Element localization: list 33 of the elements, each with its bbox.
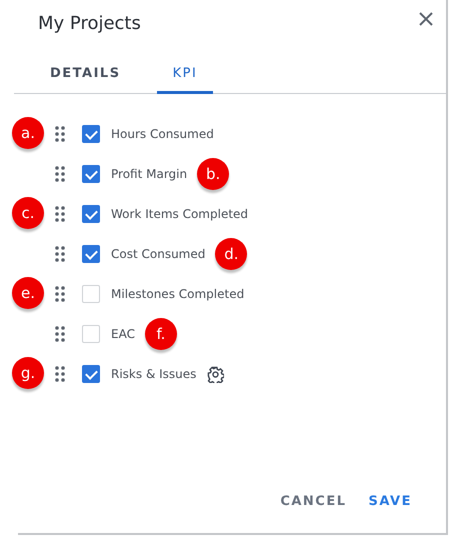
drag-handle-icon[interactable]	[55, 326, 65, 342]
drag-handle-icon[interactable]	[55, 206, 65, 222]
cancel-button[interactable]: CANCEL	[280, 490, 347, 513]
annotation-marker: d.	[215, 238, 248, 270]
tab[interactable]: DETAILS	[34, 60, 137, 94]
checkbox[interactable]	[82, 205, 100, 223]
kpi-label: Work Items Completed	[111, 207, 248, 221]
checkbox[interactable]	[82, 365, 100, 383]
drag-handle-icon[interactable]	[55, 246, 65, 262]
drag-handle-icon[interactable]	[55, 126, 65, 142]
annotation-marker: a.	[12, 117, 44, 149]
annotation-marker: g.	[12, 357, 44, 389]
annotation-marker: c.	[12, 197, 44, 229]
annotation-marker: e.	[12, 277, 44, 309]
kpi-label: Milestones Completed	[111, 287, 244, 301]
close-icon[interactable]	[418, 11, 434, 27]
tab[interactable]: KPI	[156, 60, 214, 94]
annotation-marker: f.	[144, 318, 177, 350]
kpi-label: Profit Margin	[111, 167, 188, 181]
kpi-label: Risks & Issues	[111, 367, 196, 381]
dialog-title: My Projects	[38, 12, 141, 34]
checkbox[interactable]	[82, 125, 100, 143]
annotation-marker: b.	[197, 158, 230, 190]
kpi-label: EAC	[111, 327, 135, 341]
kpi-label: Hours Consumed	[111, 127, 214, 141]
drag-handle-icon[interactable]	[55, 286, 65, 302]
kpi-label: Cost Consumed	[111, 247, 206, 261]
checkbox[interactable]	[82, 245, 100, 263]
drag-handle-icon[interactable]	[55, 166, 65, 182]
settings-icon[interactable]	[207, 366, 224, 382]
checkbox[interactable]	[82, 165, 100, 183]
save-button[interactable]: SAVE	[368, 490, 412, 513]
drag-handle-icon[interactable]	[55, 366, 65, 382]
